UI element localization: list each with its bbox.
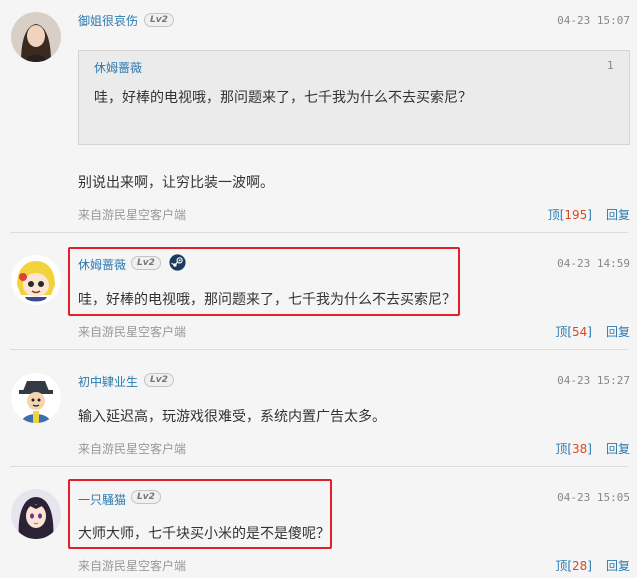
upvote-label: 顶 (555, 442, 568, 456)
timestamp: 04-23 15:27 (557, 374, 630, 387)
comment-source: 来自游民星空客户端 (78, 559, 187, 573)
timestamp: 04-23 15:07 (557, 14, 630, 27)
reply-button[interactable]: 回复 (606, 325, 630, 339)
upvote-button[interactable]: 顶[28] (555, 559, 592, 573)
upvote-label: 顶 (555, 559, 568, 573)
upvote-button[interactable]: 顶[195] (548, 208, 592, 222)
comment-item: 御姐很哀伤 Lv2 04-23 15:07 休姆蔷薇 1 哇，好棒的电视哦，那问… (0, 0, 637, 232)
username[interactable]: 初中肄业生 (78, 373, 138, 390)
comment-source: 来自游民星空客户端 (78, 325, 187, 339)
quoted-comment: 休姆蔷薇 1 哇，好棒的电视哦，那问题来了，七千我为什么不去买索尼？ (78, 50, 630, 145)
comment-item: 休姆蔷薇 Lv2 04-23 14:59 哇，好棒的电视哦，那问题来了，七千我为… (0, 233, 637, 349)
comment-actions: 顶[195] 回复 (548, 206, 630, 223)
highlight-annotation (68, 479, 332, 549)
comment-item: 一只騒猫 Lv2 04-23 15:05 大师大师，七千块买小米的是不是傻呢？ … (0, 467, 637, 578)
level-badge: Lv2 (144, 13, 174, 27)
username[interactable]: 御姐很哀伤 (78, 12, 138, 29)
comment-source: 来自游民星空客户端 (78, 208, 187, 222)
reply-button[interactable]: 回复 (606, 559, 630, 573)
avatar[interactable] (11, 255, 61, 305)
quote-username[interactable]: 休姆蔷薇 (94, 59, 142, 76)
highlight-annotation (68, 247, 460, 316)
comment-actions: 顶[38] 回复 (555, 440, 630, 457)
upvote-button[interactable]: 顶[38] (555, 442, 592, 456)
upvote-button[interactable]: 顶[54] (555, 325, 592, 339)
level-badge: Lv2 (144, 373, 174, 387)
comment-actions: 顶[28] 回复 (555, 557, 630, 574)
upvote-count: 28 (572, 559, 588, 573)
comment-item: 初中肄业生 Lv2 04-23 15:27 输入延迟高，玩游戏很难受，系统内置广… (0, 350, 637, 466)
avatar[interactable] (11, 489, 61, 539)
reply-button[interactable]: 回复 (606, 208, 630, 222)
quote-floor-number: 1 (607, 59, 614, 72)
comment-actions: 顶[54] 回复 (555, 323, 630, 340)
timestamp: 04-23 14:59 (557, 257, 630, 270)
comment-content: 别说出来啊，让穷比装一波啊。 (78, 175, 274, 191)
upvote-count: 38 (572, 442, 588, 456)
avatar[interactable] (11, 373, 61, 423)
quote-text: 哇，好棒的电视哦，那问题来了，七千我为什么不去买索尼？ (94, 90, 472, 106)
comment-content: 输入延迟高，玩游戏很难受，系统内置广告太多。 (78, 409, 386, 425)
upvote-label: 顶 (555, 325, 568, 339)
timestamp: 04-23 15:05 (557, 491, 630, 504)
comment-source: 来自游民星空客户端 (78, 442, 187, 456)
upvote-count: 195 (564, 208, 588, 222)
upvote-label: 顶 (547, 208, 560, 222)
avatar[interactable] (11, 12, 61, 62)
upvote-count: 54 (572, 325, 588, 339)
reply-button[interactable]: 回复 (606, 442, 630, 456)
